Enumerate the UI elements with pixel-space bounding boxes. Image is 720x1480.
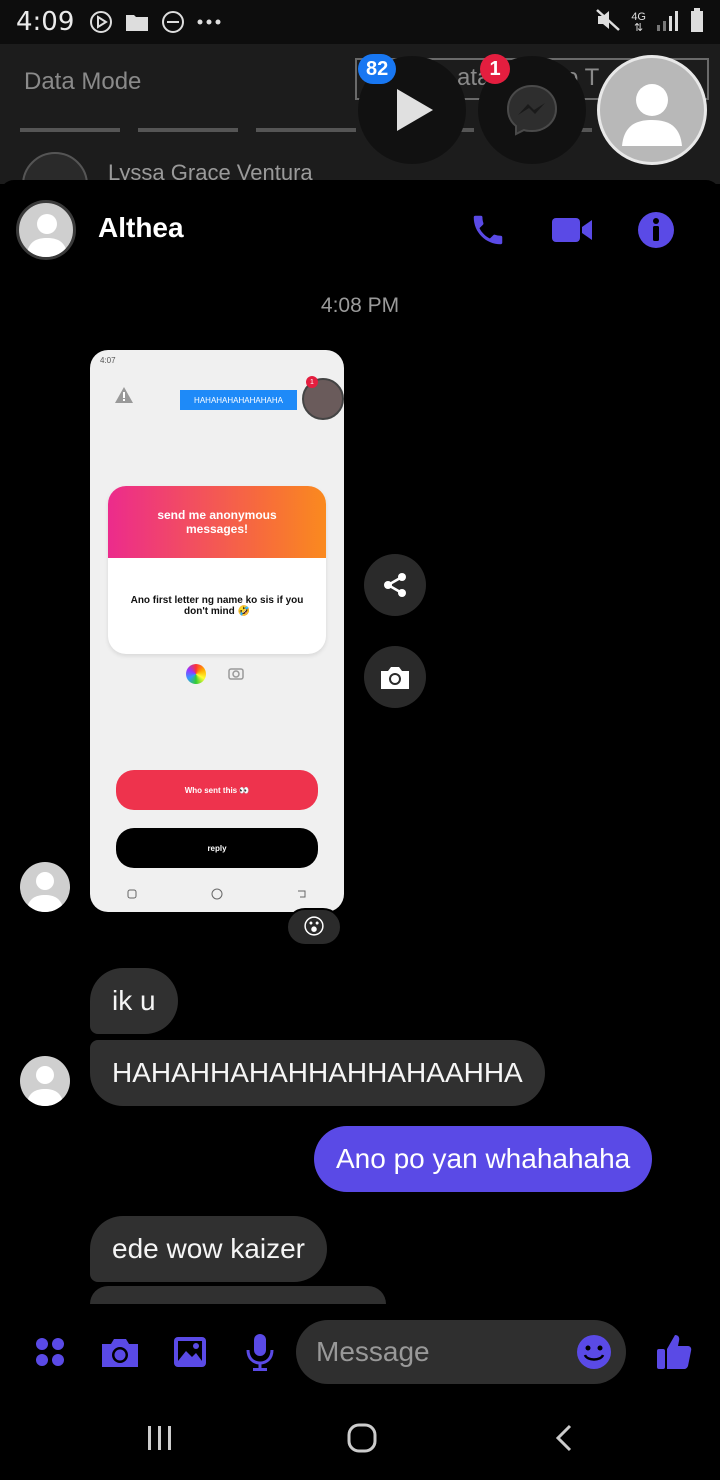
call-button[interactable] [466,208,510,252]
chat-header: Althea [0,180,720,280]
folder-icon [124,9,150,35]
dice-icon [186,664,206,684]
anonymous-card-title: send me anonymous messages! [108,486,326,558]
sender-avatar[interactable] [20,862,70,912]
image-icon [174,1337,206,1367]
camera-icon [228,666,244,680]
camera-button[interactable] [98,1330,142,1374]
incoming-message[interactable]: ik u [90,968,178,1034]
recents-icon [127,889,137,899]
chat-head-user[interactable] [597,55,707,165]
sender-avatar[interactable] [20,1056,70,1106]
user-avatar-icon [622,84,682,146]
anonymous-card: send me anonymous messages! Ano first le… [108,486,326,654]
four-dots-icon [36,1338,64,1366]
share-icon [384,573,406,597]
recents-button[interactable] [130,1416,190,1460]
battery-icon [690,8,704,37]
messenger-icon [506,84,558,136]
home-icon [347,1423,377,1453]
user-avatar-icon [26,872,64,912]
back-icon [555,1424,572,1452]
back-icon [297,890,306,898]
thumbs-up-icon [657,1335,692,1369]
incoming-message[interactable]: HAHAHHAHAHHAHHAHAAHHA [90,1040,545,1106]
status-bar: 4:09 4G ⇅ [0,0,720,44]
user-avatar-icon [26,1066,64,1106]
contact-avatar[interactable] [16,200,76,260]
video-call-button[interactable] [550,208,594,252]
status-time: 4:09 [16,7,75,37]
play-circle-icon [88,9,114,35]
system-nav-bar [0,1396,720,1480]
recents-icon [148,1426,171,1450]
reply-button: reply [116,828,318,868]
partial-message [90,1286,386,1304]
reaction-emoji[interactable]: 😮 [286,908,342,946]
mute-icon [595,8,621,37]
camera-icon [381,667,409,689]
network-icon: 4G ⇅ [631,10,646,34]
message-timestamp: 4:08 PM [320,294,400,317]
phone-icon [473,215,503,245]
composer [0,1312,720,1392]
more-icon [196,9,222,35]
who-sent-button: Who sent this 👀 [116,770,318,810]
image-nav-bar [90,882,344,906]
video-camera-icon [552,218,592,242]
dnd-icon [160,9,186,35]
save-photo-button[interactable] [364,646,426,708]
like-button[interactable] [652,1330,696,1374]
image-sent-bubble: HAHAHAHAHAHAHAHA [180,390,297,410]
background-divider [20,128,700,132]
image-avatar-badge: 1 [306,376,318,388]
image-status-time: 4:07 [100,356,116,365]
outgoing-message[interactable]: Ano po yan whahahaha [314,1126,653,1192]
status-right-group: 4G ⇅ [595,8,704,37]
play-icon [397,89,433,131]
play-badge: 82 [358,54,397,84]
info-button[interactable] [634,208,678,252]
emoji-button[interactable] [572,1330,616,1374]
anonymous-card-message: Ano first letter ng name ko sis if you d… [130,595,304,617]
gallery-button[interactable] [168,1330,212,1374]
smiley-icon [577,1335,611,1369]
messenger-badge: 1 [480,54,510,84]
voice-button[interactable] [238,1330,282,1374]
signal-icon [656,9,680,36]
share-button[interactable] [364,554,426,616]
incoming-message[interactable]: ede wow kaizer [90,1216,327,1282]
image-message[interactable]: 4:07 HAHAHAHAHAHAHAHA 1 send me anonymou… [90,350,344,912]
microphone-icon [246,1334,274,1371]
user-avatar-icon [26,214,68,257]
home-button[interactable] [332,1416,392,1460]
camera-icon [102,1339,138,1367]
home-icon [211,888,223,900]
warning-icon [114,386,134,404]
data-mode-label: Data Mode [24,68,142,95]
info-icon [638,212,674,248]
back-button[interactable] [534,1416,594,1460]
chat-panel: Althea 4:08 PM 4:07 HAHAHAHAHAHAHAHA 1 s… [0,180,720,1396]
more-actions-button[interactable] [28,1330,72,1374]
contact-name[interactable]: Althea [98,212,184,244]
